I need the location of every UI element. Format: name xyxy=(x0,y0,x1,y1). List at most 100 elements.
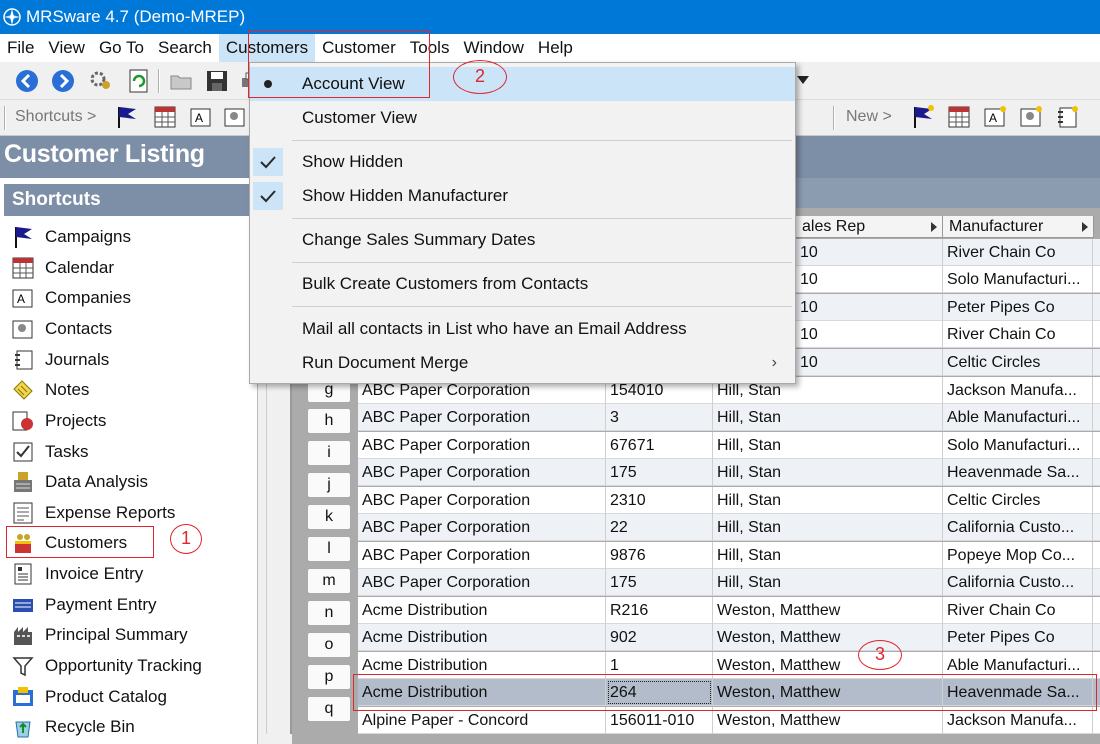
shortcut-companies[interactable]: A Companies xyxy=(10,284,131,312)
table-row[interactable]: 10 River Chain Co xyxy=(796,239,1100,266)
shortcut-calendar[interactable]: Calendar xyxy=(10,254,114,282)
notes-icon xyxy=(10,378,36,402)
open-folder-button[interactable] xyxy=(168,68,194,94)
table-row[interactable]: Alpine Paper - Concord 156011-010 Weston… xyxy=(358,707,1100,734)
cell-customer-name: ABC Paper Corporation xyxy=(358,514,606,541)
shortcut-label: Journals xyxy=(45,350,110,369)
cell-account-number: 2310 xyxy=(606,487,713,514)
shortcuts-toolbar-label[interactable]: Shortcuts > xyxy=(15,108,96,126)
gears-icon xyxy=(90,71,110,89)
refresh-button[interactable] xyxy=(126,68,152,94)
row-jump-key[interactable]: o xyxy=(307,632,351,658)
cell-manufacturer: Celtic Circles xyxy=(943,349,1093,376)
new-company-button[interactable]: A xyxy=(982,104,1008,130)
row-jump-key[interactable]: k xyxy=(307,504,351,530)
menu-window[interactable]: Window xyxy=(456,34,530,62)
menu-search[interactable]: Search xyxy=(151,34,219,62)
row-jump-key[interactable]: p xyxy=(307,664,351,690)
cell-manufacturer: California Custo... xyxy=(943,569,1093,596)
table-row[interactable]: ABC Paper Corporation 3 Hill, Stan Able … xyxy=(358,404,1100,431)
row-jump-key[interactable]: q xyxy=(307,696,351,722)
shortcut-data-analysis[interactable]: Data Analysis xyxy=(10,468,148,496)
shortcut-payment-entry[interactable]: Payment Entry xyxy=(10,591,157,619)
row-jump-key[interactable]: i xyxy=(307,440,351,466)
cell-account-number: 175 xyxy=(606,459,713,486)
save-button[interactable] xyxy=(204,68,230,94)
shortcuts-panel: Shortcuts Campaigns Calendar A Companies… xyxy=(0,178,258,744)
forward-button[interactable] xyxy=(50,68,76,94)
table-row[interactable]: 10 Solo Manufacturi... xyxy=(796,266,1100,293)
new-campaign-button[interactable] xyxy=(910,104,936,130)
menu-separator xyxy=(292,140,792,141)
shortcut-label: Notes xyxy=(45,380,90,399)
shortcut-projects[interactable]: Projects xyxy=(10,407,106,435)
toolbar-calendar-button[interactable] xyxy=(152,104,178,130)
table-row[interactable]: ABC Paper Corporation 175 Hill, Stan Hea… xyxy=(358,459,1100,486)
row-jump-key[interactable]: h xyxy=(307,408,351,434)
column-header-manufacturer[interactable]: Manufacturer xyxy=(943,216,1094,238)
shortcut-opportunity-tracking[interactable]: Opportunity Tracking xyxy=(10,652,202,680)
shortcut-label: Data Analysis xyxy=(45,472,148,491)
menu-item-run-document-merge[interactable]: Run Document Merge › xyxy=(250,346,795,380)
table-row[interactable]: 10 Celtic Circles xyxy=(796,349,1100,376)
menu-item-mail-all-contacts[interactable]: Mail all contacts in List who have an Em… xyxy=(250,312,795,346)
shortcut-recycle-bin[interactable]: Recycle Bin xyxy=(10,713,135,741)
table-row[interactable]: ABC Paper Corporation 175 Hill, Stan Cal… xyxy=(358,569,1100,596)
toolbar-dropdown-caret-icon[interactable] xyxy=(797,76,809,84)
menu-item-change-sales-summary-dates[interactable]: Change Sales Summary Dates xyxy=(250,223,795,257)
shortcuts-heading[interactable]: Shortcuts xyxy=(4,184,254,216)
shortcut-expense-reports[interactable]: Expense Reports xyxy=(10,499,175,527)
cell-manufacturer: Able Manufacturi... xyxy=(943,404,1093,431)
row-jump-key[interactable]: n xyxy=(307,600,351,626)
new-calendar-button[interactable] xyxy=(946,104,972,130)
table-row[interactable]: 10 River Chain Co xyxy=(796,321,1100,348)
funnel-icon xyxy=(10,654,36,678)
shortcut-label: Opportunity Tracking xyxy=(45,656,202,675)
toolbar-companies-button[interactable]: A xyxy=(188,104,214,130)
shortcut-invoice-entry[interactable]: Invoice Entry xyxy=(10,560,143,588)
new-toolbar-label[interactable]: New > xyxy=(846,108,892,126)
shortcut-journals[interactable]: Journals xyxy=(10,346,109,374)
cell-account-number: 156011-010 xyxy=(606,707,713,734)
new-journal-button[interactable] xyxy=(1054,104,1080,130)
cell-customer-name: ABC Paper Corporation xyxy=(358,459,606,486)
table-row[interactable]: Acme Distribution 902 Weston, Matthew Pe… xyxy=(358,624,1100,651)
menu-view[interactable]: View xyxy=(41,34,92,62)
table-row[interactable]: ABC Paper Corporation 2310 Hill, Stan Ce… xyxy=(358,487,1100,514)
annotation-box-selected-row xyxy=(353,674,1097,711)
cell-customer-name: ABC Paper Corporation xyxy=(358,404,606,431)
shortcut-notes[interactable]: Notes xyxy=(10,376,89,404)
shortcut-product-catalog[interactable]: Product Catalog xyxy=(10,683,167,711)
column-header-sales-rep[interactable]: ales Rep xyxy=(796,216,943,238)
shortcut-contacts[interactable]: Contacts xyxy=(10,315,112,343)
menu-help[interactable]: Help xyxy=(531,34,580,62)
table-row[interactable]: ABC Paper Corporation 22 Hill, Stan Cali… xyxy=(358,514,1100,541)
customers-dropdown-menu: Account View Customer View Show Hidden S… xyxy=(249,62,796,384)
row-jump-key[interactable]: l xyxy=(307,536,351,562)
menu-item-show-hidden[interactable]: Show Hidden xyxy=(250,145,795,179)
column-header-label: Manufacturer xyxy=(949,218,1044,235)
shortcut-principal-summary[interactable]: Principal Summary xyxy=(10,621,188,649)
row-jump-key[interactable]: m xyxy=(307,568,351,594)
menu-file[interactable]: File xyxy=(0,34,41,62)
table-row[interactable]: ABC Paper Corporation 67671 Hill, Stan S… xyxy=(358,432,1100,459)
cell-account-number: 175 xyxy=(606,569,713,596)
cell-account-number: 9876 xyxy=(606,542,713,569)
shortcut-campaigns[interactable]: Campaigns xyxy=(10,223,131,251)
toolbar-campaigns-button[interactable] xyxy=(114,104,140,130)
menu-item-bulk-create-customers[interactable]: Bulk Create Customers from Contacts xyxy=(250,267,795,301)
menu-goto[interactable]: Go To xyxy=(92,34,151,62)
menu-item-show-hidden-manufacturer[interactable]: Show Hidden Manufacturer xyxy=(250,179,795,213)
toolbar-separator xyxy=(833,106,835,130)
table-row[interactable]: 10 Peter Pipes Co xyxy=(796,294,1100,321)
back-button[interactable] xyxy=(14,68,40,94)
new-contact-button[interactable] xyxy=(1018,104,1044,130)
table-row[interactable]: ABC Paper Corporation 9876 Hill, Stan Po… xyxy=(358,542,1100,569)
menu-item-customer-view[interactable]: Customer View xyxy=(250,101,795,135)
row-jump-key[interactable]: j xyxy=(307,472,351,498)
table-row[interactable]: Acme Distribution R216 Weston, Matthew R… xyxy=(358,597,1100,624)
toolbar-contacts-button[interactable] xyxy=(222,104,248,130)
shortcut-tasks[interactable]: Tasks xyxy=(10,438,88,466)
cell-sales-rep: Hill, Stan xyxy=(713,432,943,459)
settings-button[interactable] xyxy=(88,68,114,94)
